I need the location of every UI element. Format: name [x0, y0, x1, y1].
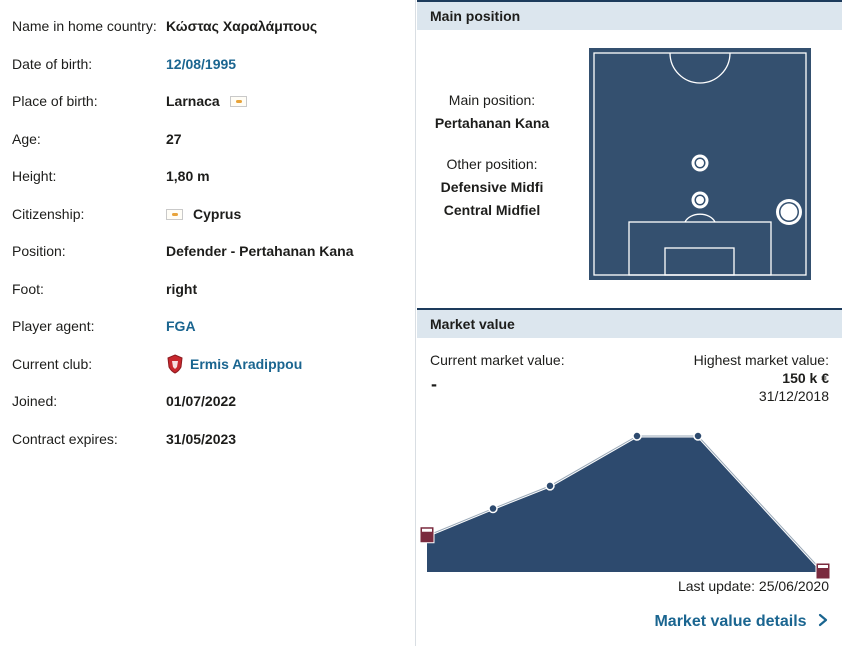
- market-value-details-text: Market value details: [654, 613, 807, 630]
- height-label: Height:: [12, 168, 57, 184]
- market-value-point[interactable]: [488, 503, 498, 514]
- date-of-birth-row: Date of birth: 12/08/1995: [12, 53, 412, 75]
- market-value-point[interactable]: [632, 431, 642, 441]
- other-position-marker-2: [691, 191, 709, 209]
- other-position-value-1: Defensive Midfi: [440, 179, 544, 195]
- market-value-point[interactable]: [693, 431, 703, 441]
- place-of-birth-value: Larnaca: [166, 90, 247, 112]
- contract-expires-row: Contract expires: 31/05/2023: [12, 428, 412, 450]
- name-home-value: Κώστας Χαραλάμπους: [166, 18, 318, 34]
- contract-expires-label: Contract expires:: [12, 431, 118, 447]
- main-position-label: Main position:: [448, 92, 536, 108]
- joined-label: Joined:: [12, 393, 58, 409]
- position-row: Position: Defender - Pertahanan Kana: [12, 240, 412, 262]
- last-update-text: Last update: 25/06/2020: [677, 578, 829, 594]
- club-crest-marker[interactable]: [815, 562, 831, 580]
- current-market-value: -: [431, 374, 437, 394]
- player-agent-label: Player agent:: [12, 318, 95, 334]
- place-of-birth-text: Larnaca: [166, 93, 220, 109]
- foot-row: Foot: right: [12, 278, 412, 300]
- name-home-label: Name in home country:: [12, 18, 157, 34]
- other-position-label: Other position:: [446, 156, 538, 172]
- player-agent-link[interactable]: FGA: [166, 315, 196, 337]
- current-club-link[interactable]: Ermis Aradippou: [166, 353, 302, 375]
- market-value-header: Market value: [417, 308, 842, 338]
- date-of-birth-link[interactable]: 12/08/1995: [166, 53, 236, 75]
- market-value-details-link[interactable]: Market value details: [654, 613, 829, 631]
- market-value-chart: [419, 431, 831, 580]
- age-value: 27: [166, 131, 182, 147]
- market-value-point[interactable]: [545, 481, 555, 491]
- place-of-birth-label: Place of birth:: [12, 93, 98, 109]
- position-label: Position:: [12, 243, 66, 259]
- place-of-birth-row: Place of birth: Larnaca: [12, 90, 412, 112]
- main-position-header: Main position: [417, 0, 842, 30]
- right-panel: Main position Main position: Pertahanan …: [417, 0, 842, 646]
- name-home-row: Name in home country: Κώστας Χαραλάμπους: [12, 15, 412, 37]
- highest-market-value: 150 k €: [782, 370, 829, 386]
- chevron-right-icon: [818, 613, 828, 627]
- cyprus-flag-icon: [166, 209, 183, 220]
- foot-label: Foot:: [12, 281, 44, 297]
- highest-market-value-label: Highest market value:: [693, 352, 829, 368]
- club-crest-marker[interactable]: [419, 526, 435, 544]
- citizenship-row: Citizenship: Cyprus: [12, 203, 412, 225]
- contract-expires-value: 31/05/2023: [166, 431, 237, 447]
- cyprus-flag-icon: [229, 96, 247, 107]
- position-value: Defender - Pertahanan Kana: [166, 243, 354, 259]
- foot-value: right: [166, 281, 198, 297]
- market-value-area: [427, 436, 823, 572]
- date-of-birth-label: Date of birth:: [12, 56, 93, 72]
- current-club-text: Ermis Aradippou: [190, 356, 303, 372]
- club-crest-icon: [167, 354, 183, 374]
- player-agent-row: Player agent: FGA: [12, 315, 412, 337]
- main-position-value: Pertahanan Kana: [434, 115, 550, 131]
- position-pitch: [589, 48, 811, 280]
- citizenship-label: Citizenship:: [12, 206, 85, 222]
- current-market-value-label: Current market value:: [430, 352, 565, 368]
- current-club-label: Current club:: [12, 356, 93, 372]
- height-row: Height: 1,80 m: [12, 165, 412, 187]
- pitch-lines: [593, 52, 807, 276]
- other-position-marker-1: [691, 154, 709, 172]
- age-label: Age:: [12, 131, 41, 147]
- joined-value: 01/07/2022: [166, 393, 237, 409]
- citizenship-value: Cyprus: [166, 203, 241, 225]
- height-value: 1,80 m: [166, 168, 210, 184]
- player-data-panel: Name in home country: Κώστας Χαραλάμπους…: [0, 0, 416, 646]
- citizenship-text: Cyprus: [193, 206, 242, 222]
- main-position-marker: [776, 199, 802, 225]
- current-club-row: Current club: Ermis Aradippou: [12, 353, 412, 375]
- joined-row: Joined: 01/07/2022: [12, 390, 412, 412]
- other-position-value-2: Central Midfiel: [443, 202, 541, 218]
- age-row: Age: 27: [12, 128, 412, 150]
